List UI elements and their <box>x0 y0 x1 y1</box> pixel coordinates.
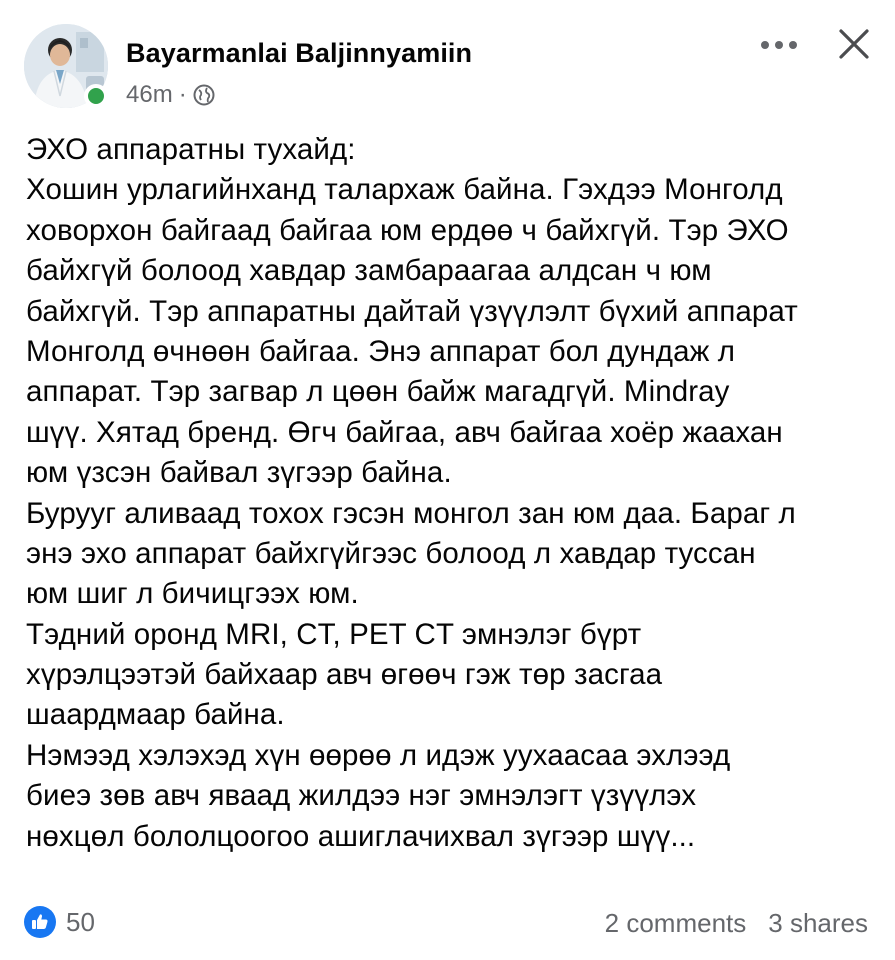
post-text-line: шүү. Хятад бренд. Өгч байгаа, авч байгаа… <box>26 415 783 449</box>
like-icon <box>24 906 56 938</box>
post-text-line: Бурууг аливаад тохох гэсэн монгол зан юм… <box>26 496 796 530</box>
post-text-line: Хошин урлагийнханд талархаж байна. Гэхдэ… <box>26 173 783 207</box>
post-text-line: байхгүй болоод хавдар замбараагаа алдсан… <box>26 254 712 288</box>
post-text-line: хүрэлцээтэй байхаар авч өгөөч гэж төр за… <box>26 658 663 692</box>
meta-separator: · <box>178 81 187 108</box>
more-horizontal-icon <box>761 41 797 49</box>
more-options-button[interactable] <box>756 28 802 62</box>
comments-count-link[interactable]: 2 comments <box>605 908 747 939</box>
post-header: Bayarmanlai Baljinnyamiin 46m · <box>0 0 895 120</box>
post-footer: 50 2 comments 3 shares <box>0 900 895 950</box>
online-status-dot <box>84 84 108 108</box>
close-button[interactable] <box>830 20 878 68</box>
post-text-line: энэ эхо аппарат байхгүйгээс болоод л хав… <box>26 536 756 570</box>
post-text-line: байхгүй. Тэр аппаратны дайтай үзүүлэлт б… <box>26 294 798 328</box>
avatar-wrapper[interactable] <box>24 24 108 108</box>
post-text-line: биеэ зөв авч яваад жилдээ нэг эмнэлэгт ү… <box>26 779 697 813</box>
globe-icon[interactable] <box>193 84 215 106</box>
post-time[interactable]: 46m <box>126 81 173 109</box>
facebook-post: Bayarmanlai Baljinnyamiin 46m · ЭХО аппа… <box>0 0 895 960</box>
post-text-line: аппарат. Тэр загвар л цөөн байж магадгүй… <box>26 375 730 409</box>
post-text-line: Нэмээд хэлэхэд хүн өөрөө л идэж уухаасаа… <box>26 738 731 772</box>
post-text-line: юм үзсэн байвал зүгээр байна. <box>26 456 452 490</box>
post-body: ЭХО аппаратны тухайд: Хошин урлагийнханд… <box>26 130 876 857</box>
shares-count-link[interactable]: 3 shares <box>768 908 868 939</box>
post-text-line: ЭХО аппаратны тухайд: <box>26 133 356 166</box>
reaction-count: 50 <box>66 906 95 937</box>
engagement-stats: 2 comments 3 shares <box>605 908 868 939</box>
post-text-line: Тэдний оронд MRI, CT, PET CT эмнэлэг бүр… <box>26 617 642 651</box>
close-icon <box>839 29 869 59</box>
post-meta: 46m · <box>126 80 215 110</box>
author-name[interactable]: Bayarmanlai Baljinnyamiin <box>126 38 472 69</box>
post-text-line: шаардмаар байна. <box>26 698 285 732</box>
post-text-line: юм шиг л бичицгээх юм. <box>26 577 359 611</box>
reactions-summary[interactable]: 50 <box>24 906 95 938</box>
post-text-line: Монголд өчнөөн байгаа. Энэ аппарат бол д… <box>26 334 736 368</box>
post-text-line: нөхцөл бололцоогоо ашиглачихвал зүгээр ш… <box>26 819 696 853</box>
post-text-line: ховорхон байгаад байгаа юм ердөө ч байхг… <box>26 213 789 247</box>
